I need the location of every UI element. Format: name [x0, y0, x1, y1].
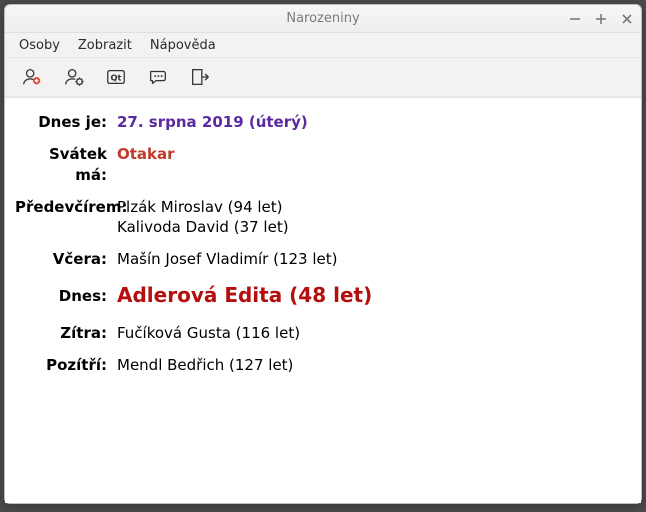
dby-person-1: Plzák Miroslav (94 let) — [117, 197, 623, 217]
speech-bubble-icon — [147, 66, 169, 88]
row-tomorrow: Zítra: Fučíková Gusta (116 let) — [15, 323, 623, 343]
menubar: Osoby Zobrazit Nápověda — [5, 33, 641, 57]
row-day-after-tomorrow: Pozítří: Mendl Bedřich (127 let) — [15, 355, 623, 375]
menu-help[interactable]: Nápověda — [142, 36, 224, 55]
person-settings-button[interactable] — [59, 62, 89, 92]
window-title: Narozeniny — [286, 11, 359, 26]
value-today-birthday: Adlerová Edita (48 let) — [117, 282, 623, 309]
value-day-after-tomorrow: Mendl Bedřich (127 let) — [117, 355, 623, 375]
menu-persons[interactable]: Osoby — [11, 36, 68, 55]
value-nameday: Otakar — [117, 144, 623, 164]
maximize-button[interactable] — [593, 11, 609, 27]
value-today-date: 27. srpna 2019 (úterý) — [117, 112, 623, 132]
content-area: Dnes je: 27. srpna 2019 (úterý) Svátek m… — [5, 97, 641, 503]
row-yesterday: Včera: Mašín Josef Vladimír (123 let) — [15, 249, 623, 269]
toolbar: Qt — [5, 57, 641, 97]
value-tomorrow: Fučíková Gusta (116 let) — [117, 323, 623, 343]
svg-text:Qt: Qt — [111, 73, 122, 83]
add-person-icon — [21, 66, 43, 88]
exit-icon — [189, 66, 211, 88]
label-today-birthday: Dnes: — [15, 282, 117, 306]
row-today-birthday: Dnes: Adlerová Edita (48 let) — [15, 282, 623, 309]
about-button[interactable] — [143, 62, 173, 92]
person-settings-icon — [63, 66, 85, 88]
row-nameday: Svátek má: Otakar — [15, 144, 623, 185]
label-yesterday: Včera: — [15, 249, 117, 269]
row-today-date: Dnes je: 27. srpna 2019 (úterý) — [15, 112, 623, 132]
dby-person-2: Kalivoda David (37 let) — [117, 217, 623, 237]
titlebar: Narozeniny — [5, 5, 641, 33]
add-person-button[interactable] — [17, 62, 47, 92]
window-controls — [567, 5, 635, 33]
qt-about-icon: Qt — [105, 66, 127, 88]
menu-view[interactable]: Zobrazit — [70, 36, 140, 55]
label-tomorrow: Zítra: — [15, 323, 117, 343]
value-yesterday: Mašín Josef Vladimír (123 let) — [117, 249, 623, 269]
app-window: Narozeniny Osoby Zobrazit Nápověda — [4, 4, 642, 504]
label-today-date: Dnes je: — [15, 112, 117, 132]
label-nameday: Svátek má: — [15, 144, 117, 185]
row-day-before-yesterday: Předevčírem: Plzák Miroslav (94 let) Kal… — [15, 197, 623, 238]
label-day-before-yesterday: Předevčírem: — [15, 197, 117, 217]
label-day-after-tomorrow: Pozítří: — [15, 355, 117, 375]
exit-button[interactable] — [185, 62, 215, 92]
minimize-button[interactable] — [567, 11, 583, 27]
value-day-before-yesterday: Plzák Miroslav (94 let) Kalivoda David (… — [117, 197, 623, 238]
about-qt-button[interactable]: Qt — [101, 62, 131, 92]
close-button[interactable] — [619, 11, 635, 27]
